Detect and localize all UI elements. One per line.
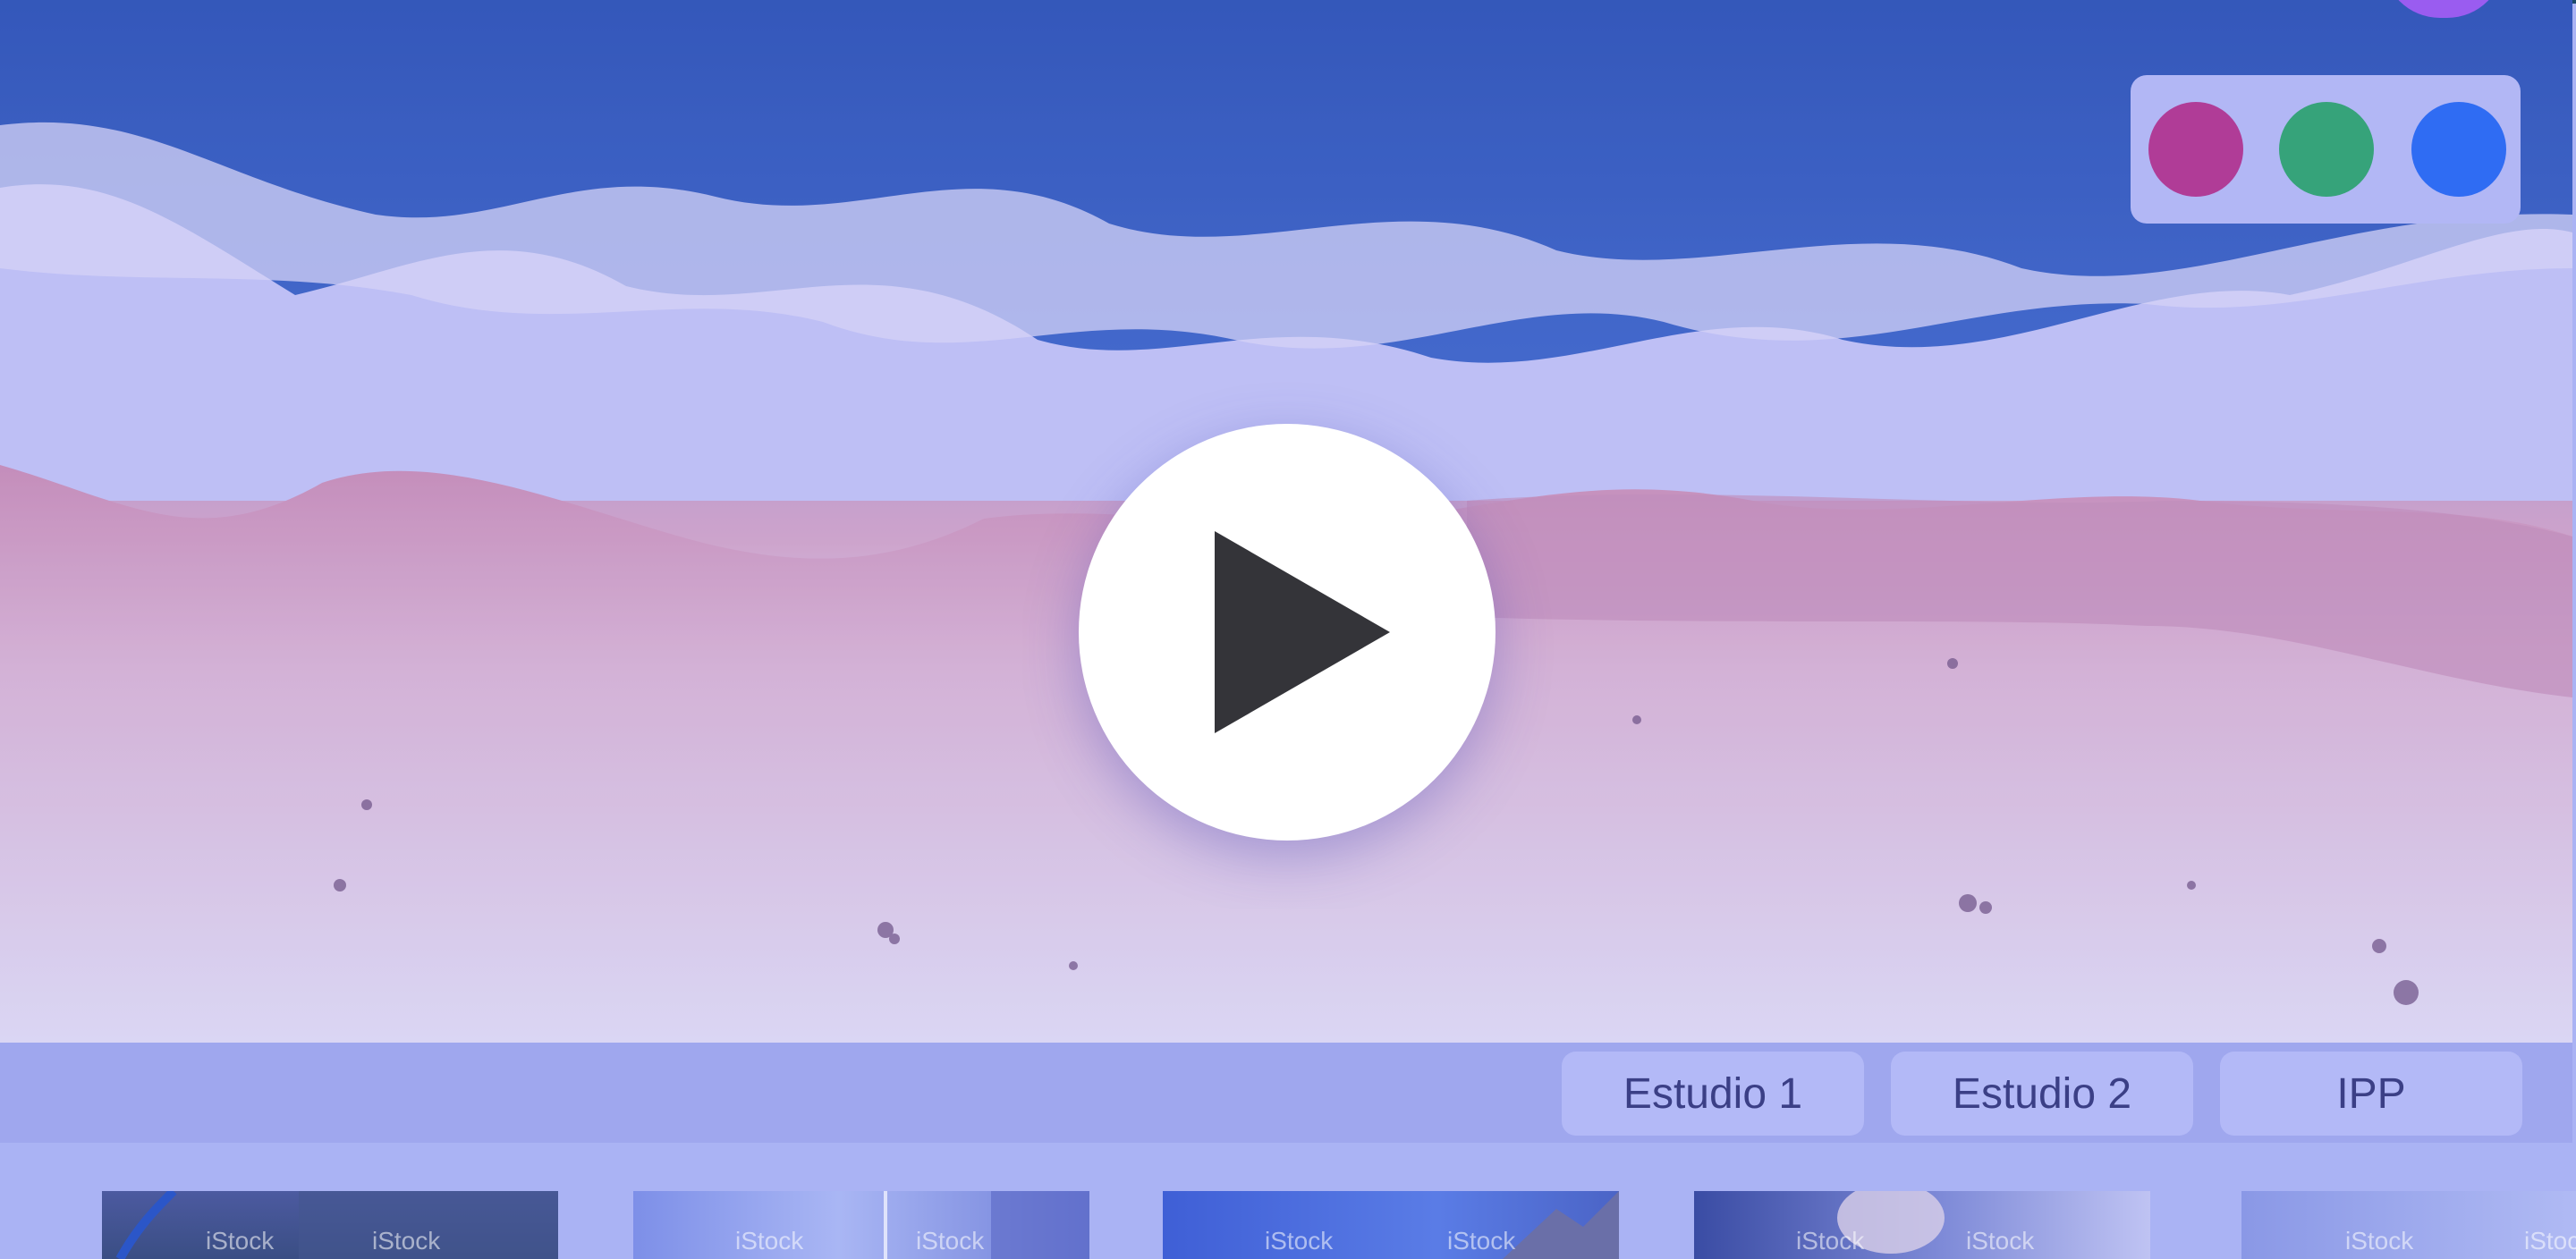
thumbnail-watermark: iStock	[1447, 1227, 1516, 1255]
thumbnail-3-image	[1503, 1191, 1619, 1259]
thumbnail-3[interactable]: iStock iStock	[1163, 1191, 1619, 1259]
thumbnail-2[interactable]: iStock iStock	[633, 1191, 1089, 1259]
thumbnail-watermark: iStock	[735, 1227, 804, 1255]
swatch-green[interactable]	[2279, 102, 2374, 197]
thumbnail-watermark: iStock	[1265, 1227, 1334, 1255]
color-swatch-panel	[2131, 75, 2521, 224]
thumbnail-2-image	[884, 1191, 1089, 1259]
thumbnail-watermark: iStock	[2345, 1227, 2414, 1255]
thumbnail-5[interactable]: iStock iStock	[2241, 1191, 2576, 1259]
thumbnail-1-image	[115, 1191, 558, 1259]
thumbnail-4-image	[1837, 1191, 1945, 1254]
thumbnail-watermark: iStock	[916, 1227, 985, 1255]
thumbnail-watermark: iStock	[372, 1227, 441, 1255]
thumbnail-watermark: iStock	[1796, 1227, 1865, 1255]
swatch-magenta[interactable]	[2148, 102, 2243, 197]
tab-ipp[interactable]: IPP	[2220, 1052, 2522, 1136]
thumbnail-watermark: iStock	[206, 1227, 275, 1255]
swatch-blue[interactable]	[2411, 102, 2506, 197]
tab-estudio-2[interactable]: Estudio 2	[1891, 1052, 2193, 1136]
thumbnail-1[interactable]: iStock iStock	[102, 1191, 558, 1259]
play-icon	[1215, 531, 1390, 733]
thumbnail-watermark: iStock	[2524, 1227, 2576, 1255]
play-button[interactable]	[1079, 424, 1496, 841]
tab-estudio-1[interactable]: Estudio 1	[1562, 1052, 1864, 1136]
thumbnail-4[interactable]: iStock iStock	[1694, 1191, 2150, 1259]
thumbnail-watermark: iStock	[1966, 1227, 2035, 1255]
